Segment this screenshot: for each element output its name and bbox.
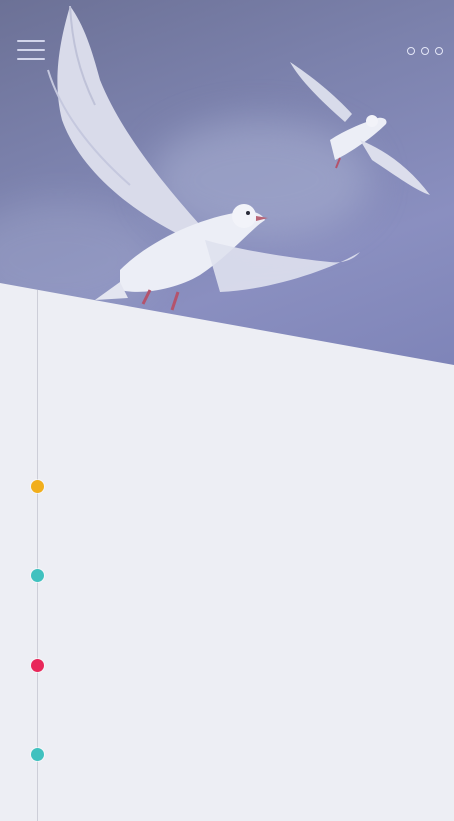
menu-button[interactable] [17, 40, 45, 64]
small-seagull [290, 62, 430, 195]
large-seagull [47, 5, 360, 311]
more-dot-icon [407, 47, 415, 55]
menu-icon-line [17, 40, 45, 42]
timeline-line [37, 290, 38, 821]
timeline-dot[interactable] [31, 748, 44, 761]
timeline-dot[interactable] [31, 480, 44, 493]
app-screen [0, 0, 454, 821]
menu-icon-line [17, 49, 45, 51]
more-options-button[interactable] [407, 44, 443, 58]
timeline-dot[interactable] [31, 659, 44, 672]
timeline-dot[interactable] [31, 569, 44, 582]
more-dot-icon [435, 47, 443, 55]
menu-icon-line [17, 58, 45, 60]
more-dot-icon [421, 47, 429, 55]
